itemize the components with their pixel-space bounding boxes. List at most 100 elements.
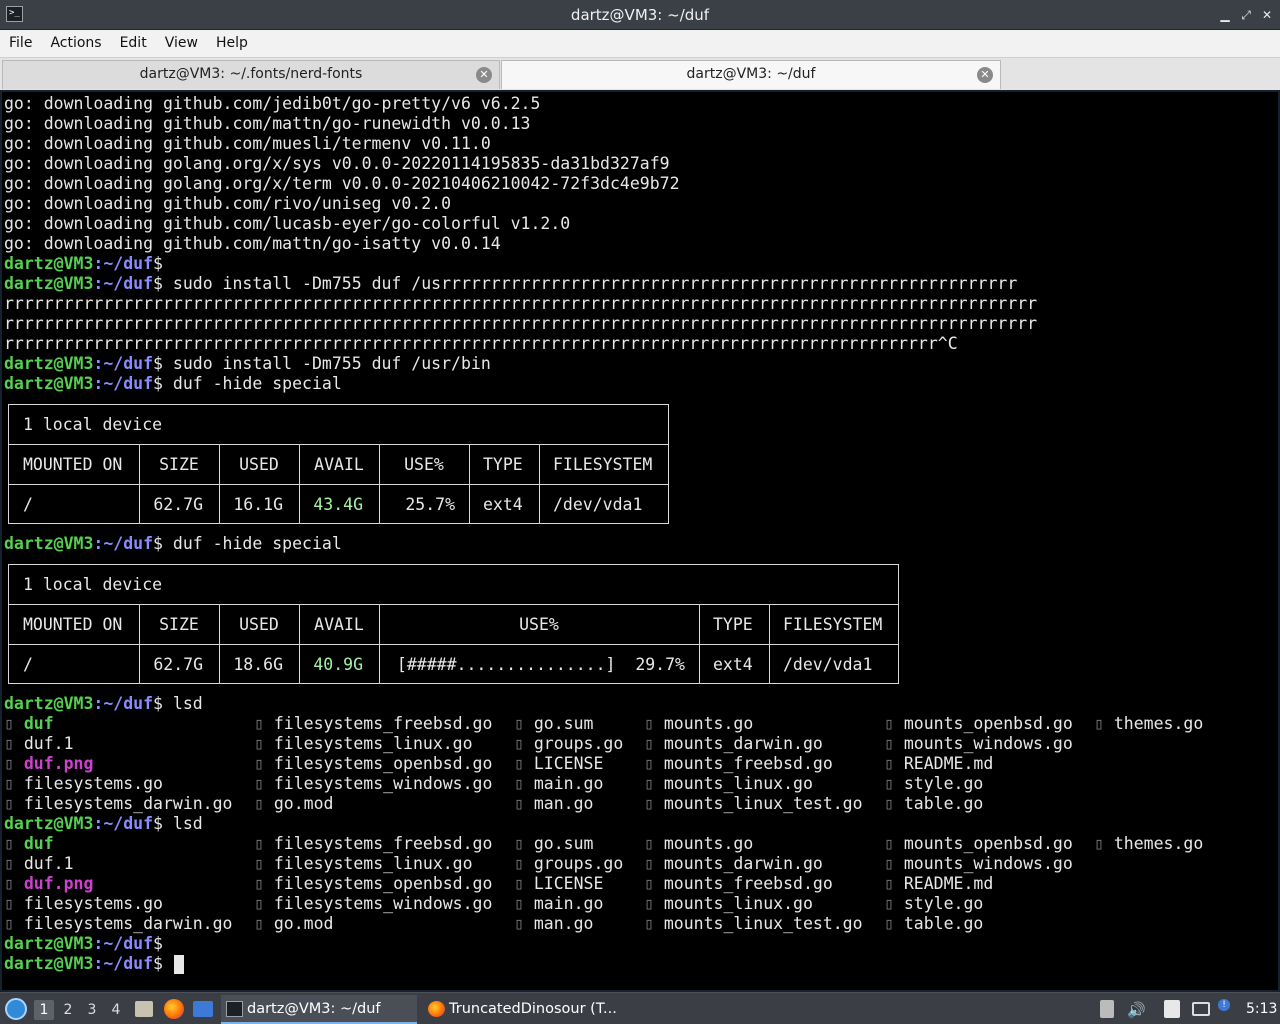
file-entry: ▯ go.sum xyxy=(514,714,593,734)
tab-duf[interactable]: dartz@VM3: ~/duf ✕ xyxy=(501,60,1001,89)
download-line: go: downloading github.com/mattn/go-isat… xyxy=(4,234,501,253)
file-type-icon: ▯ xyxy=(254,794,274,813)
file-name: mounts_linux.go xyxy=(663,894,813,913)
file-type-icon: ▯ xyxy=(644,894,664,913)
table-rule xyxy=(9,604,898,605)
download-line: go: downloading github.com/muesli/termen… xyxy=(4,134,491,153)
file-name: filesystems_freebsd.go xyxy=(273,834,493,853)
prompt-line: dartz@VM3:~/duf$ sudo install -Dm755 duf… xyxy=(4,274,1017,294)
prompt-line: dartz@VM3:~/duf$ xyxy=(4,954,173,974)
minimize-button[interactable]: ▁ xyxy=(1216,6,1234,24)
file-name: mounts_linux_test.go xyxy=(663,794,863,813)
file-entry: ▯ filesystems_openbsd.go xyxy=(254,754,492,774)
file-entry: ▯ filesystems.go xyxy=(4,774,163,794)
file-entry: ▯ filesystems_windows.go xyxy=(254,774,492,794)
file-type-icon: ▯ xyxy=(884,854,904,873)
workspace-4[interactable]: 4 xyxy=(106,1000,126,1020)
close-button[interactable]: ✕ xyxy=(1258,6,1276,24)
file-name: filesystems_freebsd.go xyxy=(273,714,493,733)
prompt-user: dartz@VM3 xyxy=(4,374,94,393)
menu-bar: File Actions Edit View Help xyxy=(0,30,1280,58)
file-entry: ▯ filesystems_darwin.go xyxy=(4,914,233,934)
file-entry: ▯ README.md xyxy=(884,874,993,894)
table-header-cell: FILESYSTEM xyxy=(553,455,653,474)
file-entry: ▯ filesystems_openbsd.go xyxy=(254,874,492,894)
file-entry: ▯ filesystems_freebsd.go xyxy=(254,834,492,854)
display-icon[interactable] xyxy=(1192,1002,1210,1016)
file-name: style.go xyxy=(903,894,984,913)
command-text: duf -hide special xyxy=(162,534,342,553)
terminal-view[interactable]: go: downloading github.com/jedib0t/go-pr… xyxy=(0,90,1280,992)
file-entry: ▯ duf xyxy=(4,714,54,734)
file-name: mounts_freebsd.go xyxy=(663,754,833,773)
maximize-button[interactable]: ⤢ xyxy=(1237,6,1255,24)
tab-close-icon[interactable]: ✕ xyxy=(977,67,993,83)
prompt-sigil: $ xyxy=(153,694,163,713)
file-name: filesystems_openbsd.go xyxy=(273,874,493,893)
file-entry: ▯ mounts_linux_test.go xyxy=(644,794,863,814)
update-notifier-icon[interactable]: ! xyxy=(1218,999,1230,1011)
prompt-user: dartz@VM3 xyxy=(4,274,94,293)
file-name: filesystems.go xyxy=(23,774,163,793)
file-entry: ▯ groups.go xyxy=(514,734,623,754)
file-name: duf.1 xyxy=(23,854,74,873)
download-line: go: downloading github.com/mattn/go-rune… xyxy=(4,114,531,133)
menu-help[interactable]: Help xyxy=(207,30,257,58)
desktop-icon[interactable] xyxy=(193,1001,213,1017)
file-type-icon: ▯ xyxy=(644,854,664,873)
file-entry: ▯ mounts_windows.go xyxy=(884,854,1073,874)
firefox-launcher-icon[interactable] xyxy=(164,999,184,1019)
file-type-icon: ▯ xyxy=(4,874,24,893)
file-name: LICENSE xyxy=(533,754,604,773)
file-entry: ▯ go.mod xyxy=(254,914,333,934)
prompt-user: dartz@VM3 xyxy=(4,934,94,953)
file-type-icon: ▯ xyxy=(644,734,664,753)
tab-nerd-fonts[interactable]: dartz@VM3: ~/.fonts/nerd-fonts ✕ xyxy=(2,60,500,89)
prompt-sigil: $ xyxy=(153,954,163,973)
volume-icon[interactable]: 🔊 xyxy=(1127,1001,1146,1019)
file-type-icon: ▯ xyxy=(254,894,274,913)
file-type-icon: ▯ xyxy=(4,754,24,773)
file-entry: ▯ filesystems_windows.go xyxy=(254,894,492,914)
file-type-icon: ▯ xyxy=(4,914,24,933)
file-name: filesystems_windows.go xyxy=(273,774,493,793)
workspace-3[interactable]: 3 xyxy=(82,1000,102,1020)
file-name: duf.1 xyxy=(23,734,74,753)
prompt-sigil: $ xyxy=(153,934,163,953)
file-name: README.md xyxy=(903,754,994,773)
file-entry: ▯ LICENSE xyxy=(514,874,603,894)
file-name: mounts_windows.go xyxy=(903,734,1073,753)
file-name: duf xyxy=(23,834,54,853)
file-name: groups.go xyxy=(533,734,624,753)
table-data-cell: /dev/vda1 xyxy=(783,655,873,674)
table-header-cell: TYPE xyxy=(713,615,753,634)
file-entry: ▯ table.go xyxy=(884,914,983,934)
table-header-cell: MOUNTED ON xyxy=(23,615,123,634)
workspace-2[interactable]: 2 xyxy=(58,1000,78,1020)
tab-bar: dartz@VM3: ~/.fonts/nerd-fonts ✕ dartz@V… xyxy=(0,58,1280,90)
menu-actions[interactable]: Actions xyxy=(41,30,110,58)
file-entry: ▯ main.go xyxy=(514,774,603,794)
tab-close-icon[interactable]: ✕ xyxy=(476,67,492,83)
clipboard-icon[interactable] xyxy=(1100,1000,1114,1018)
table-header-cell: USED xyxy=(239,455,279,474)
menu-edit[interactable]: Edit xyxy=(111,30,156,58)
prompt-sigil: $ xyxy=(153,354,163,373)
file-name: filesystems_linux.go xyxy=(273,734,473,753)
menu-view[interactable]: View xyxy=(156,30,207,58)
file-manager-icon[interactable] xyxy=(135,1001,153,1017)
notes-icon[interactable] xyxy=(1164,1000,1180,1018)
file-entry: ▯ mounts_freebsd.go xyxy=(644,874,833,894)
workspace-1[interactable]: 1 xyxy=(34,1000,54,1020)
file-type-icon: ▯ xyxy=(514,854,534,873)
task-firefox[interactable]: TruncatedDinosour (T... xyxy=(423,995,623,1024)
task-terminal[interactable]: dartz@VM3: ~/duf xyxy=(221,995,417,1024)
download-line: go: downloading github.com/jedib0t/go-pr… xyxy=(4,94,541,113)
file-name: mounts_openbsd.go xyxy=(903,834,1073,853)
menu-file[interactable]: File xyxy=(0,30,41,58)
start-menu-icon[interactable] xyxy=(5,998,27,1020)
file-type-icon: ▯ xyxy=(254,914,274,933)
file-type-icon: ▯ xyxy=(884,774,904,793)
file-type-icon: ▯ xyxy=(514,914,534,933)
window-titlebar: >_ dartz@VM3: ~/duf ▁ ⤢ ✕ xyxy=(0,0,1280,30)
